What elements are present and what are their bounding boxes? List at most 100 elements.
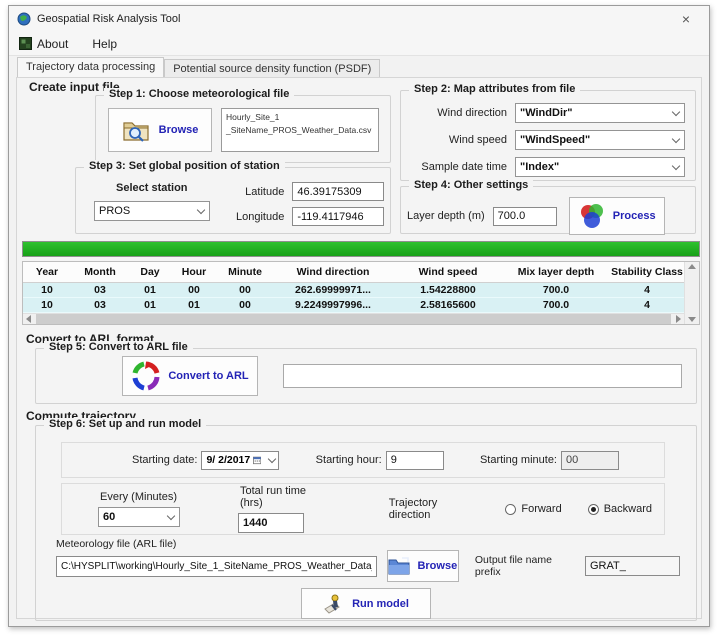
wind-speed-dropdown[interactable]: "WindSpeed" xyxy=(515,130,685,150)
every-minutes-value: 60 xyxy=(103,511,163,523)
progress-fill xyxy=(23,242,699,256)
step4-title: Step 4: Other settings xyxy=(409,179,533,191)
weather-data-table: Year Month Day Hour Minute Wind directio… xyxy=(22,261,700,325)
met-file-line2: _SiteName_PROS_Weather_Data.csv xyxy=(226,124,374,137)
col-day[interactable]: Day xyxy=(129,262,171,282)
folder-search-icon xyxy=(122,117,152,143)
station-dropdown[interactable]: PROS xyxy=(94,201,210,221)
col-hour[interactable]: Hour xyxy=(171,262,217,282)
cell: 00 xyxy=(217,297,273,312)
app-icon xyxy=(17,12,31,26)
process-button[interactable]: Process xyxy=(569,197,665,235)
met-arl-file-field[interactable] xyxy=(56,556,377,577)
col-wind-speed[interactable]: Wind speed xyxy=(393,262,503,282)
folder-icon xyxy=(388,556,412,576)
tab-panel: Create input file Step 1: Choose meteoro… xyxy=(16,77,702,619)
scrollbar-thumb[interactable] xyxy=(36,314,671,324)
starting-hour-field[interactable] xyxy=(386,451,444,470)
menu-about[interactable]: About xyxy=(19,37,68,51)
color-ring-icon xyxy=(131,361,161,391)
col-wind-direction[interactable]: Wind direction xyxy=(273,262,393,282)
horizontal-scrollbar[interactable] xyxy=(23,313,684,325)
every-minutes-label: Every (Minutes) xyxy=(100,491,180,503)
starting-date-label: Starting date: xyxy=(132,454,197,466)
layer-depth-field[interactable] xyxy=(493,207,557,226)
step3-title: Step 3: Set global position of station xyxy=(84,160,285,172)
menu-about-label: About xyxy=(37,37,68,51)
wind-speed-value: "WindSpeed" xyxy=(520,134,668,146)
scroll-up-icon[interactable] xyxy=(688,264,696,269)
rgb-circles-icon xyxy=(578,202,606,230)
latitude-field[interactable] xyxy=(292,182,384,201)
cell: 00 xyxy=(217,282,273,297)
run-config-panel: Every (Minutes) 60 Total run time (hrs) … xyxy=(61,483,665,535)
process-progress-bar xyxy=(22,241,700,257)
browse-met-file-button[interactable]: Browse xyxy=(108,108,212,152)
cell: 01 xyxy=(129,282,171,297)
app-window: Geospatial Risk Analysis Tool × About He… xyxy=(8,5,710,627)
menu-help[interactable]: Help xyxy=(92,37,117,51)
cell: 03 xyxy=(71,282,129,297)
col-mix-layer-depth[interactable]: Mix layer depth xyxy=(503,262,609,282)
chevron-down-icon xyxy=(672,109,680,117)
cell: 10 xyxy=(23,282,71,297)
menu-help-label: Help xyxy=(92,37,117,51)
wind-direction-dropdown[interactable]: "WindDir" xyxy=(515,103,685,123)
latitude-label: Latitude xyxy=(236,186,284,198)
chevron-down-icon xyxy=(167,513,175,521)
browse-met-file-label: Browse xyxy=(159,124,199,136)
convert-progress-bar xyxy=(283,364,682,388)
total-run-time-field[interactable] xyxy=(238,513,304,533)
radio-icon xyxy=(588,504,599,515)
cell: 2.58165600 xyxy=(393,297,503,312)
run-model-button[interactable]: Run model xyxy=(301,588,431,619)
table-row[interactable]: 10 03 01 01 00 9.2249997996... 2.5816560… xyxy=(23,297,684,312)
backward-radio[interactable]: Backward xyxy=(588,503,652,515)
forward-label: Forward xyxy=(521,503,561,515)
tab-trajectory-data-processing[interactable]: Trajectory data processing xyxy=(17,57,164,77)
step4-groupbox: Step 4: Other settings Layer depth (m) P… xyxy=(400,186,696,234)
col-stability-class[interactable]: Stability Class xyxy=(609,262,684,282)
calendar-icon xyxy=(253,455,261,465)
every-minutes-dropdown[interactable]: 60 xyxy=(98,507,180,527)
step3-groupbox: Step 3: Set global position of station S… xyxy=(75,167,391,234)
table-row[interactable]: 10 03 01 00 00 262.69999971... 1.5422880… xyxy=(23,282,684,297)
scroll-right-icon[interactable] xyxy=(676,315,681,323)
scroll-down-icon[interactable] xyxy=(688,317,696,322)
forward-radio[interactable]: Forward xyxy=(505,503,561,515)
step1-title: Step 1: Choose meteorological file xyxy=(104,88,294,100)
browse-arl-file-button[interactable]: Browse xyxy=(387,550,459,582)
vertical-scrollbar[interactable] xyxy=(684,262,699,324)
trajectory-direction-label: Trajectory direction xyxy=(389,497,480,521)
longitude-field[interactable] xyxy=(292,207,384,226)
convert-to-arl-button[interactable]: Convert to ARL xyxy=(122,356,258,396)
close-button[interactable]: × xyxy=(671,8,701,30)
cell: 4 xyxy=(609,282,684,297)
step6-groupbox: Step 6: Set up and run model Starting da… xyxy=(35,425,697,621)
step1-groupbox: Step 1: Choose meteorological file Brows… xyxy=(95,95,391,163)
chevron-down-icon xyxy=(268,456,276,464)
col-year[interactable]: Year xyxy=(23,262,71,282)
tab-strip: Trajectory data processing Potential sou… xyxy=(17,57,701,77)
scroll-left-icon[interactable] xyxy=(26,315,31,323)
starting-minute-field[interactable] xyxy=(561,451,619,470)
starting-date-picker[interactable]: 9/ 2/2017 xyxy=(201,451,279,470)
browse-arl-file-label: Browse xyxy=(417,560,457,572)
station-value: PROS xyxy=(99,205,193,217)
sample-date-time-dropdown[interactable]: "Index" xyxy=(515,157,685,177)
col-minute[interactable]: Minute xyxy=(217,262,273,282)
cell: 1.54228800 xyxy=(393,282,503,297)
col-month[interactable]: Month xyxy=(71,262,129,282)
radio-icon xyxy=(505,504,516,515)
cell: 03 xyxy=(71,297,129,312)
starting-date-value: 9/ 2/2017 xyxy=(206,454,250,466)
select-station-label: Select station xyxy=(116,182,210,194)
output-prefix-field[interactable] xyxy=(585,556,680,576)
layer-depth-label: Layer depth (m) xyxy=(407,210,485,222)
sample-date-time-label: Sample date time xyxy=(405,161,507,173)
met-file-display: Hourly_Site_1 _SiteName_PROS_Weather_Dat… xyxy=(221,108,379,152)
tab-psdf[interactable]: Potential source density function (PSDF) xyxy=(164,59,380,77)
about-icon xyxy=(19,37,32,50)
step6-title: Step 6: Set up and run model xyxy=(44,418,206,430)
window-title: Geospatial Risk Analysis Tool xyxy=(37,13,180,25)
